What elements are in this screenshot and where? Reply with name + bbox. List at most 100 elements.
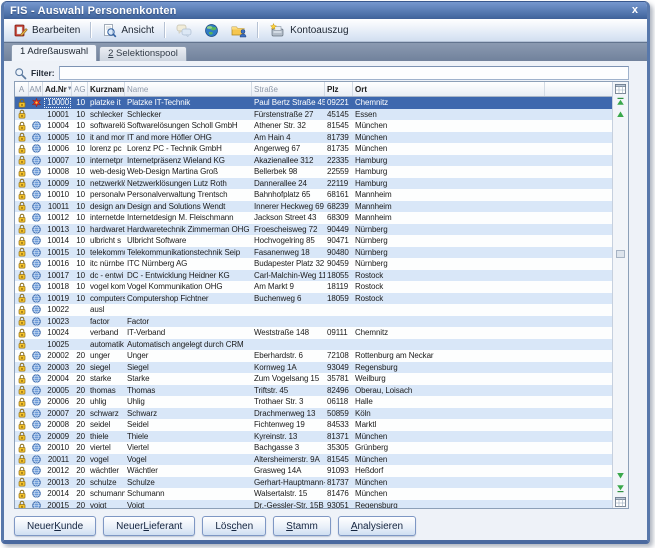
column-header-am[interactable]: AM xyxy=(29,82,43,96)
cell-ag: 20 xyxy=(72,385,88,397)
stamm-button[interactable]: Stamm xyxy=(273,516,331,536)
table-row[interactable]: 10023factorFactor xyxy=(15,316,612,328)
table-row[interactable]: 2000720schwarzSchwarzDrachmenweg 1350859… xyxy=(15,408,612,420)
column-header-kurz[interactable]: Kurzname xyxy=(88,82,125,96)
column-chooser-button-bottom[interactable] xyxy=(614,496,627,507)
internet-button[interactable] xyxy=(199,22,224,39)
table-row[interactable]: 10025automatikAutomatisch angelegt durch… xyxy=(15,339,612,351)
column-header-ort[interactable]: Ort xyxy=(353,82,545,96)
table-row[interactable]: 1001910computershComputershop FichtnerBu… xyxy=(15,293,612,305)
contacts-folder-button[interactable] xyxy=(226,22,252,39)
filter-magnifier-icon[interactable] xyxy=(14,67,27,80)
column-header-plz[interactable]: Plz xyxy=(325,82,353,96)
table-row[interactable]: 2001320schulzeSchulzeGerhart-Hauptmann-R… xyxy=(15,477,612,489)
column-header-name[interactable]: Name xyxy=(125,82,252,96)
table-row[interactable]: 1001810vogel kommVogel Kommunikation OHG… xyxy=(15,281,612,293)
column-header-a[interactable]: A xyxy=(15,82,29,96)
cell-am xyxy=(29,385,43,397)
padlock-icon xyxy=(18,259,26,269)
table-row[interactable]: 1000010platzke itPlatzke IT-TechnikPaul … xyxy=(15,97,612,109)
bearbeiten-button[interactable]: Bearbeiten xyxy=(8,22,85,39)
column-header-nr[interactable]: Ad.Nr▼ xyxy=(43,82,72,96)
scroll-down-button[interactable] xyxy=(614,470,627,481)
kontoauszug-button[interactable]: Kontoauszug xyxy=(264,22,353,39)
table-row[interactable]: 1000610lorenz pcLorenz PC - Technik GmbH… xyxy=(15,143,612,155)
padlock-icon xyxy=(18,178,26,188)
grid-body: 1000010platzke itPlatzke IT-TechnikPaul … xyxy=(15,97,612,508)
cell-am xyxy=(29,120,43,132)
chat-button[interactable] xyxy=(171,22,197,39)
table-row[interactable]: 1000710internetprInternetpräsenz Wieland… xyxy=(15,155,612,167)
table-row[interactable]: 1001110design andDesign and Solutions We… xyxy=(15,201,612,213)
table-row[interactable]: 1001210internetdeInternetdesign M. Fleis… xyxy=(15,212,612,224)
filter-input[interactable] xyxy=(59,66,629,80)
table-row[interactable]: 2000620uhligUhligTrothaer Str. 306118Hal… xyxy=(15,396,612,408)
column-header-ag[interactable]: AG xyxy=(72,82,88,96)
scroll-up-button[interactable] xyxy=(614,109,627,120)
cell-plz: 06118 xyxy=(325,396,353,408)
table-row[interactable]: 2000520thomasThomasTriftstr. 4582496Ober… xyxy=(15,385,612,397)
table-row[interactable]: 1001710dc - entwiDC - Entwicklung Heidne… xyxy=(15,270,612,282)
cell-ort: Rottenburg am Neckar xyxy=(353,350,545,362)
table-row[interactable]: 2001420schumannSchumannWalsertalstr. 158… xyxy=(15,488,612,500)
accounts-grid: AAMAd.Nr▼AGKurznameNameStraßePlzOrt 1000… xyxy=(14,81,629,509)
table-row[interactable]: 1000510it and morIT and more Höfler OHGA… xyxy=(15,132,612,144)
cell-ort: Heßdorf xyxy=(353,465,545,477)
cell-lock xyxy=(15,350,29,362)
scroll-to-bottom-button[interactable] xyxy=(614,483,627,494)
loeschen-button[interactable]: Löschen xyxy=(202,516,266,536)
scroll-to-top-button[interactable] xyxy=(614,96,627,107)
cell-lock xyxy=(15,201,29,213)
cell-adnr: 10004 xyxy=(43,120,72,132)
tab-adressauswahl[interactable]: 1 Adreßauswahl xyxy=(11,44,97,61)
table-row[interactable]: 2001020viertelViertelBachgasse 335305Grü… xyxy=(15,442,612,454)
cell-ag: 10 xyxy=(72,109,88,121)
cell-kurzname: thomas xyxy=(88,385,125,397)
scrollbar-thumb[interactable] xyxy=(614,248,627,259)
cell-ort: Rostock xyxy=(353,293,545,305)
cell-name: IT and more Höfler OHG xyxy=(125,132,252,144)
cell-am xyxy=(29,396,43,408)
cell-am xyxy=(29,500,43,509)
cell-am xyxy=(29,488,43,500)
column-header-str[interactable]: Straße xyxy=(252,82,325,96)
table-row[interactable]: 2001120vogelVogelAltersheimerstr. 9A8154… xyxy=(15,454,612,466)
table-row[interactable]: 2001220wächtlerWächtlerGrasweg 14A91093H… xyxy=(15,465,612,477)
table-row[interactable]: 1000810web-designWeb-Design Martina Groß… xyxy=(15,166,612,178)
table-row[interactable]: 10022ausl xyxy=(15,304,612,316)
table-row[interactable]: 1001610itc nürnbeITC Nürnberg AGBudapest… xyxy=(15,258,612,270)
table-row[interactable]: 1001010personalvePersonalverwaltung Tren… xyxy=(15,189,612,201)
table-row[interactable]: 1000110schleckerSchleckerFürstenstraße 2… xyxy=(15,109,612,121)
cell-ag: 20 xyxy=(72,500,88,509)
table-row[interactable]: 2000220ungerUngerEberhardstr. 672108Rott… xyxy=(15,350,612,362)
neuer-kunde-button[interactable]: Neuer Kunde xyxy=(14,516,96,536)
table-row[interactable]: 2000320siegelSiegelKornweg 1A93049Regens… xyxy=(15,362,612,374)
filter-label: Filter: xyxy=(31,68,55,78)
cell-kurzname: netzwerklö xyxy=(88,178,125,190)
cell-filler xyxy=(545,477,612,489)
close-button[interactable]: x xyxy=(629,5,641,16)
table-row[interactable]: 2000820seidelSeidelFichtenweg 1984533Mar… xyxy=(15,419,612,431)
analysieren-button[interactable]: Analysieren xyxy=(338,516,416,536)
cell-adnr: 10017 xyxy=(43,270,72,282)
table-row[interactable]: 1001410ulbricht sUlbricht SoftwareHochvo… xyxy=(15,235,612,247)
column-chooser-button[interactable] xyxy=(614,83,627,94)
cell-ort: Chemnitz xyxy=(353,97,545,109)
cell-filler xyxy=(545,201,612,213)
tab-selektionspool[interactable]: 2 Selektionspool xyxy=(99,46,187,61)
neuer-lieferant-button[interactable]: Neuer Lieferant xyxy=(103,516,195,536)
cell-strasse: Dannerallee 24 xyxy=(252,178,325,190)
ansicht-button[interactable]: Ansicht xyxy=(97,22,159,39)
cell-lock xyxy=(15,235,29,247)
table-row[interactable]: 1001510telekommunTelekommunikationstechn… xyxy=(15,247,612,259)
table-row[interactable]: 1001310hardwareteHardwaretechnik Zimmerm… xyxy=(15,224,612,236)
table-row[interactable]: 1000910netzwerklöNetzwerklösungen Lutz R… xyxy=(15,178,612,190)
table-row[interactable]: 10024verbandIT-VerbandWeststraße 1480911… xyxy=(15,327,612,339)
table-row[interactable]: 2001520voigtVoigtDr.-Gessler-Str. 15B930… xyxy=(15,500,612,509)
table-row[interactable]: 1000410softwarelöSoftwarelösungen Scholl… xyxy=(15,120,612,132)
table-row[interactable]: 2000920thieleThieleKyreinstr. 1381371Mün… xyxy=(15,431,612,443)
cell-plz: 68309 xyxy=(325,212,353,224)
globe-icon xyxy=(32,501,41,508)
table-row[interactable]: 2000420starkeStarkeZum Vogelsang 1535781… xyxy=(15,373,612,385)
cell-filler xyxy=(545,408,612,420)
